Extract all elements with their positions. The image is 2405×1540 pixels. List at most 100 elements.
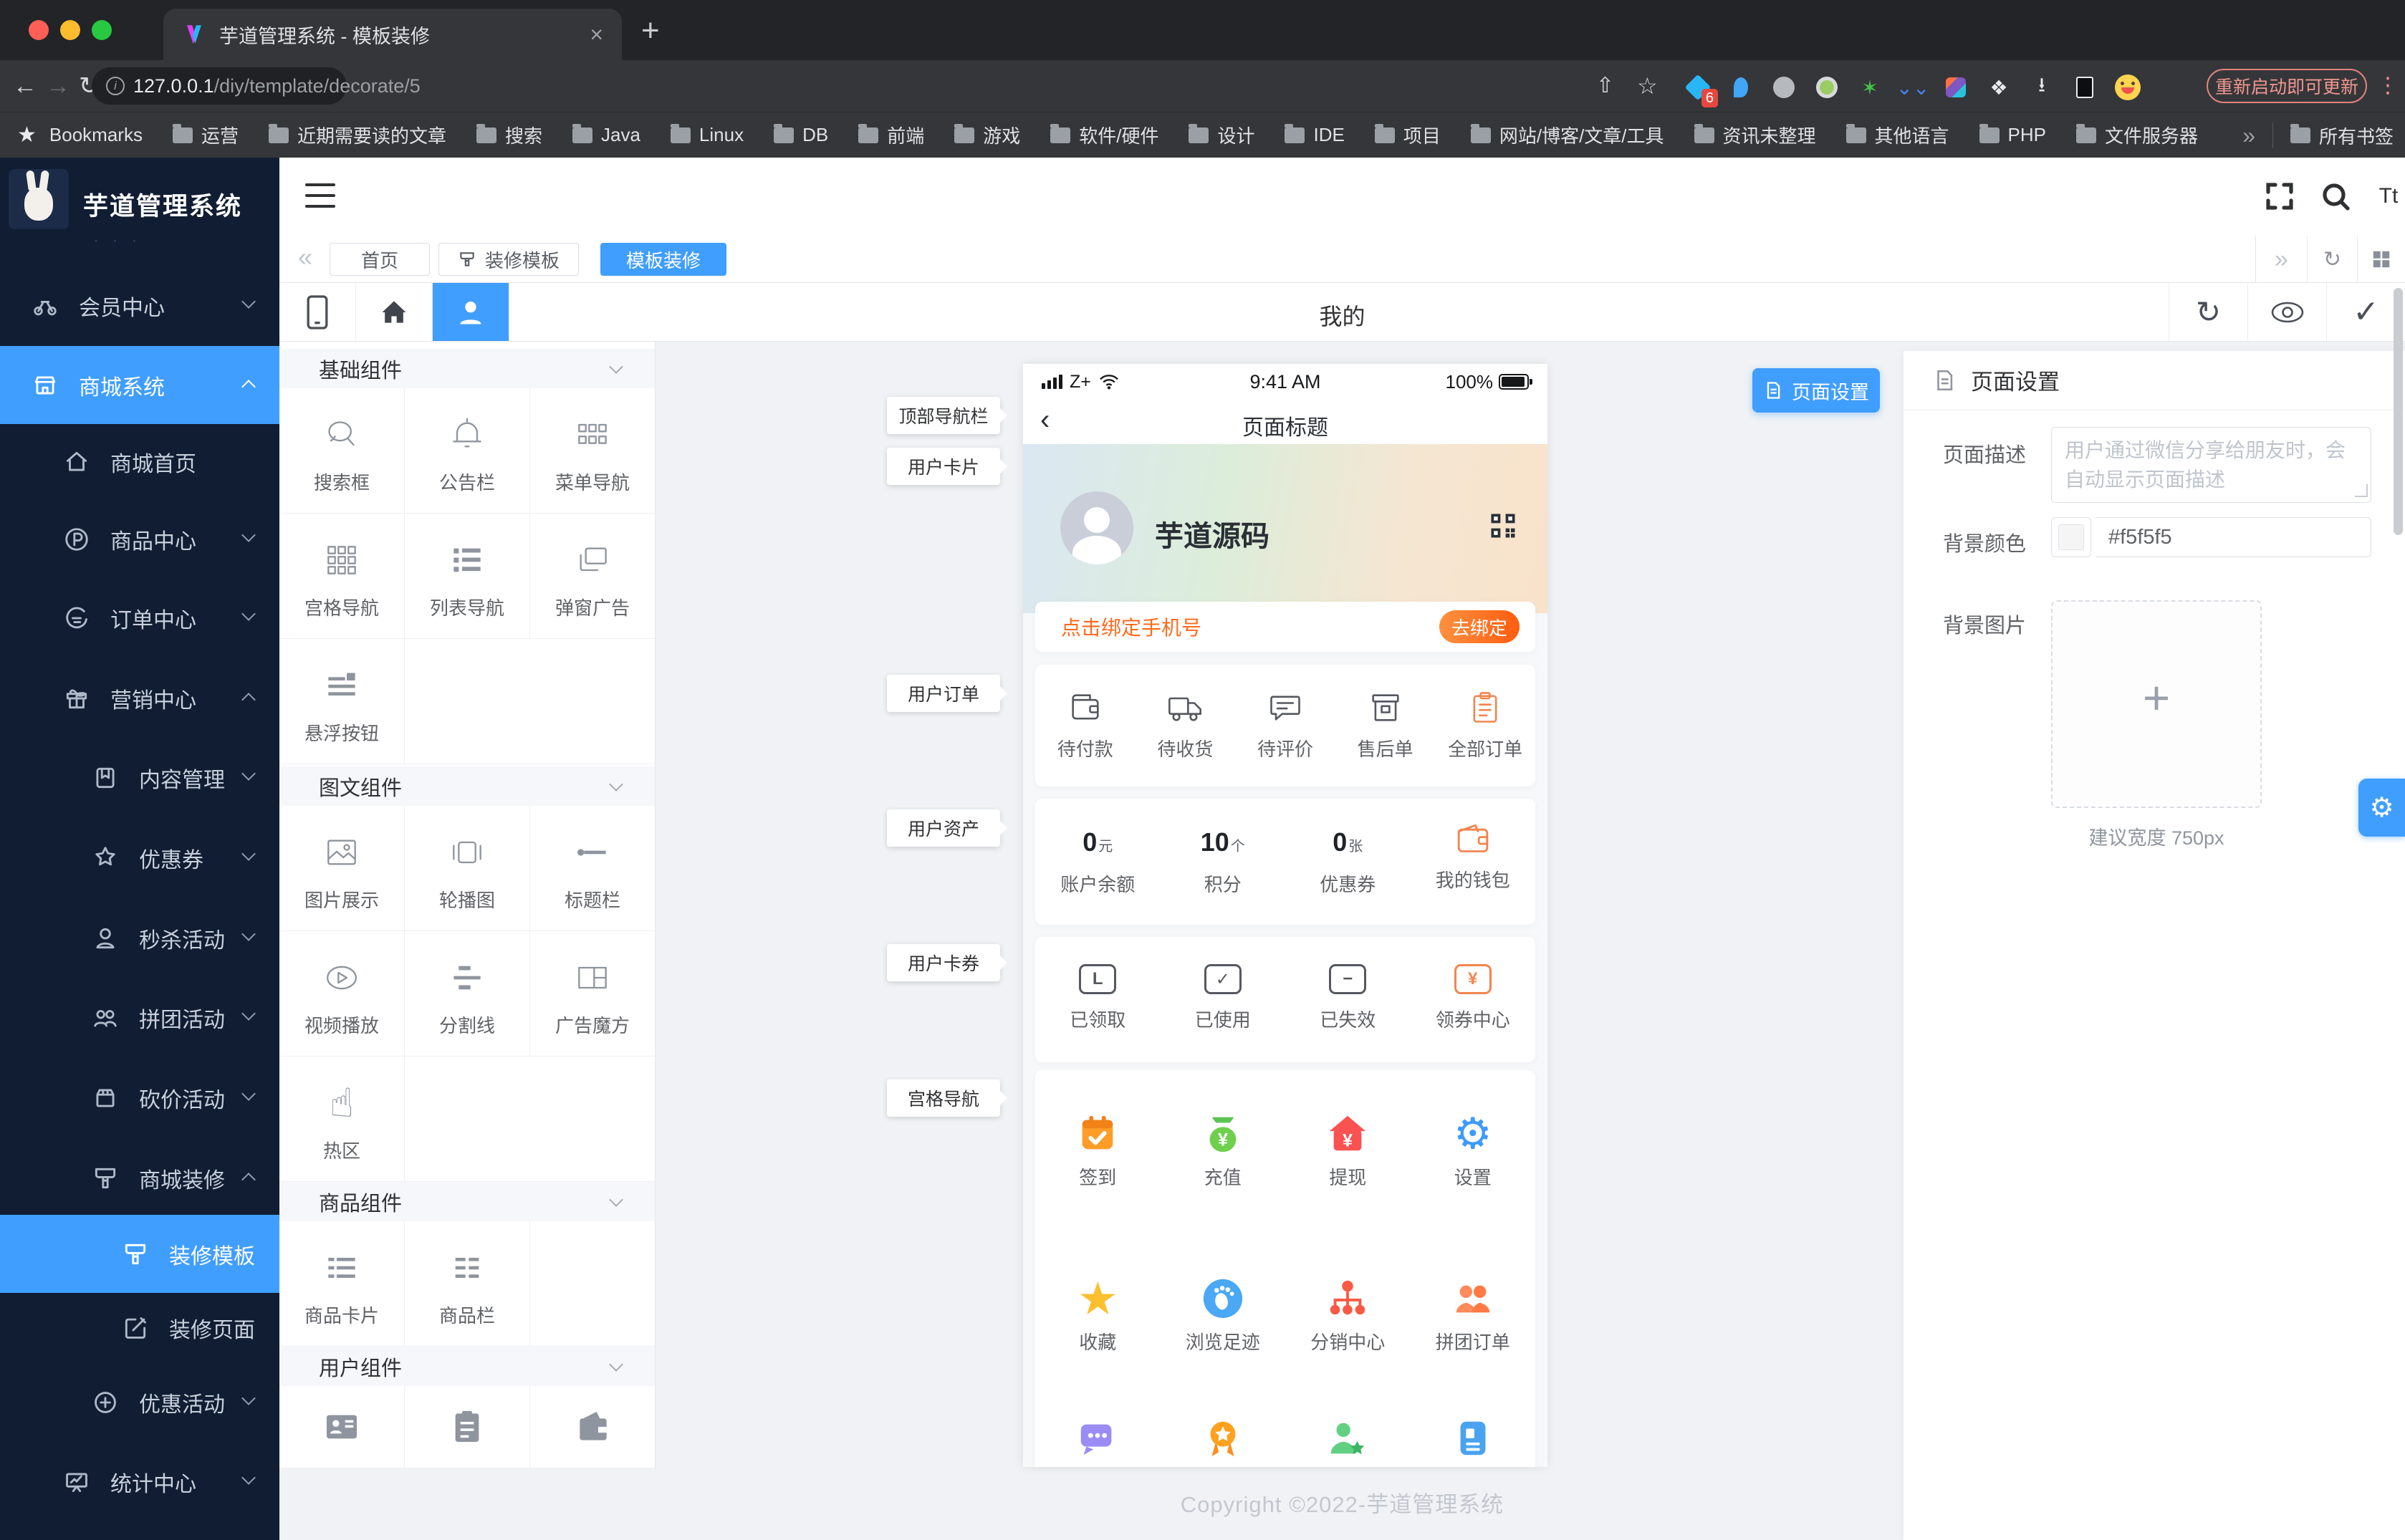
settings-drawer-toggle[interactable]: ⚙ <box>2358 779 2405 837</box>
bookmark-folder[interactable]: 软件/硬件 <box>1050 122 1158 148</box>
coupon-item[interactable]: ¥ 领券中心 <box>1411 937 1536 1062</box>
order-item[interactable]: 售后单 <box>1335 665 1436 786</box>
coupon-item[interactable]: ✓ 已使用 <box>1161 937 1286 1062</box>
order-item[interactable]: 待评价 <box>1235 665 1335 786</box>
component-video-player[interactable]: 视频播放 <box>279 931 405 1057</box>
bookmark-folder[interactable]: 运营 <box>173 122 239 148</box>
tab-decorate-template[interactable]: 装修模板 <box>438 243 579 276</box>
sidebar-item-mall-system[interactable]: 商城系统 <box>0 346 279 424</box>
resize-handle[interactable] <box>2355 484 2368 497</box>
bookmark-folder[interactable]: Linux <box>671 124 744 146</box>
bookmark-folder[interactable]: 文件服务器 <box>2076 122 2198 148</box>
section-basic-components[interactable]: 基础组件 <box>279 349 656 388</box>
component-notice-bar[interactable]: 公告栏 <box>405 388 530 514</box>
bookmarks-star-icon[interactable]: ★ <box>17 122 37 148</box>
user-card-block[interactable]: 芋道源码 <box>1023 444 1547 613</box>
page-scrollbar[interactable] <box>2394 288 2403 535</box>
tabs-scroll-left-icon[interactable]: « <box>298 242 312 272</box>
section-user-components[interactable]: 用户组件 <box>279 1347 656 1386</box>
search-icon[interactable] <box>2318 179 2353 213</box>
browser-update-button[interactable]: 重新启动即可更新 <box>2207 69 2367 103</box>
grid-item-distribution[interactable]: 分销中心 <box>1285 1275 1411 1354</box>
component-product-card[interactable]: 商品卡片 <box>279 1221 405 1347</box>
tabs-layout-cell[interactable] <box>2357 236 2405 282</box>
tab-close-icon[interactable]: × <box>590 23 603 46</box>
tab-template-decorate[interactable]: 模板装修 <box>600 243 726 276</box>
bookmark-folder[interactable]: 搜索 <box>476 122 542 148</box>
order-item[interactable]: 全部订单 <box>1435 665 1535 786</box>
bg-color-input[interactable] <box>2096 517 2371 557</box>
order-item[interactable]: 待收货 <box>1136 665 1236 786</box>
grid-item-footprints[interactable]: 浏览足迹 <box>1161 1275 1286 1354</box>
grid-item-groupon-orders[interactable]: 拼团订单 <box>1411 1275 1536 1354</box>
asset-item[interactable]: 我的钱包 <box>1411 799 1536 925</box>
bookmark-folder[interactable]: 资讯未整理 <box>1694 122 1816 148</box>
bookmark-folder[interactable]: 前端 <box>858 122 924 148</box>
component-grid-nav[interactable]: 宫格导航 <box>279 514 405 639</box>
component-hotzone[interactable]: ☝ 热区 <box>279 1057 405 1182</box>
bookmark-folder[interactable]: 游戏 <box>954 122 1020 148</box>
sidebar-item-product-center[interactable]: 商品中心 <box>0 500 279 578</box>
bookmark-folder[interactable]: IDE <box>1285 124 1344 146</box>
user-assets-block[interactable]: 0元 账户余额 10个 积分 0张 优惠券 我的钱包 <box>1035 799 1535 925</box>
sidebar-item-coupon[interactable]: 优惠券 <box>0 819 279 897</box>
asset-item[interactable]: 10个 积分 <box>1161 799 1286 925</box>
all-bookmarks[interactable]: 所有书签 <box>2290 122 2394 149</box>
phone-navbar[interactable]: ‹ 页面标题 <box>1023 400 1547 444</box>
color-swatch[interactable] <box>2051 517 2091 557</box>
tabs-refresh-cell[interactable]: ↻ <box>2307 236 2357 282</box>
grid-nav-block[interactable]: 签到 ¥ 充值 ¥ 提现 ⚙ 设置 <box>1035 1070 1535 1467</box>
bind-phone-button[interactable]: 去绑定 <box>1439 610 1520 643</box>
component-user-order[interactable] <box>405 1386 530 1468</box>
window-close-button[interactable] <box>29 20 49 40</box>
address-bar[interactable]: i 127.0.0.1/diy/template/decorate/5 <box>92 67 347 105</box>
label-user-order[interactable]: 用户订单 <box>887 675 1000 712</box>
component-popup-ad[interactable]: 弹窗广告 <box>530 514 656 639</box>
window-minimize-button[interactable] <box>60 20 80 40</box>
sidebar-item-bargain[interactable]: 砍价活动 <box>0 1059 279 1137</box>
sidebar-item-decorate-template[interactable]: 装修模板 <box>0 1215 279 1293</box>
grid-item-settings[interactable]: ⚙ 设置 <box>1411 1110 1536 1190</box>
label-user-coupons[interactable]: 用户卡券 <box>887 944 1000 981</box>
grid-item-checkin[interactable]: 签到 <box>1035 1110 1161 1190</box>
label-user-card[interactable]: 用户卡片 <box>887 448 1000 485</box>
bookmarks-label[interactable]: Bookmarks <box>49 124 143 146</box>
coupon-item[interactable]: − 已失效 <box>1285 937 1411 1062</box>
sidebar-item-group-buy[interactable]: 拼团活动 <box>0 978 279 1057</box>
forward-icon[interactable]: → <box>46 70 70 102</box>
label-grid-nav[interactable]: 宫格导航 <box>887 1079 1000 1117</box>
tab-home[interactable]: 首页 <box>330 243 430 276</box>
sidebar-item-stats-center[interactable]: 统计中心 <box>0 1443 279 1521</box>
bookmark-star-icon[interactable]: ☆ <box>1637 70 1658 102</box>
bookmarks-overflow-icon[interactable]: » <box>2242 122 2255 149</box>
grid-item-medal[interactable] <box>1161 1415 1286 1462</box>
extensions-puzzle-icon[interactable]: ❖ <box>1984 73 2013 102</box>
fullscreen-icon[interactable] <box>2262 179 2297 213</box>
bookmark-folder[interactable]: DB <box>774 124 828 146</box>
page-settings-button[interactable]: 页面设置 <box>1752 368 1880 413</box>
component-user-wallet[interactable] <box>530 1386 656 1468</box>
page-desc-input[interactable] <box>2051 427 2371 503</box>
collapse-menu-icon[interactable] <box>305 182 335 211</box>
user-coupons-block[interactable]: L 已领取 ✓ 已使用 − 已失效 ¥ 领券中心 <box>1035 937 1535 1062</box>
component-product-bar[interactable]: 商品栏 <box>405 1221 530 1347</box>
extension-icon[interactable] <box>2070 73 2099 102</box>
bookmark-folder[interactable]: 项目 <box>1375 122 1441 148</box>
bind-phone-block[interactable]: 点击绑定手机号 去绑定 <box>1035 602 1535 652</box>
sidebar-item-seckill[interactable]: 秒杀活动 <box>0 899 279 977</box>
bookmark-folder[interactable]: 设计 <box>1189 122 1254 148</box>
tabs-overflow-cell[interactable]: » <box>2255 236 2307 282</box>
grid-item-recharge[interactable]: ¥ 充值 <box>1161 1110 1286 1190</box>
site-info-icon[interactable]: i <box>106 77 125 95</box>
order-item[interactable]: 待付款 <box>1035 665 1136 786</box>
section-product-components[interactable]: 商品组件 <box>279 1182 656 1221</box>
sidebar-item-decorate-page[interactable]: 装修页面 <box>0 1289 279 1367</box>
bg-image-upload[interactable]: + <box>2051 600 2262 808</box>
sidebar-item-marketing-center[interactable]: 营销中心 <box>0 659 279 737</box>
new-tab-button[interactable]: + <box>641 13 660 49</box>
grid-item-chat[interactable] <box>1035 1415 1161 1462</box>
grid-item-card[interactable] <box>1411 1415 1536 1462</box>
component-carousel[interactable]: 轮播图 <box>405 806 530 931</box>
app-logo[interactable] <box>9 169 69 229</box>
grid-item-withdraw[interactable]: ¥ 提现 <box>1285 1110 1411 1190</box>
